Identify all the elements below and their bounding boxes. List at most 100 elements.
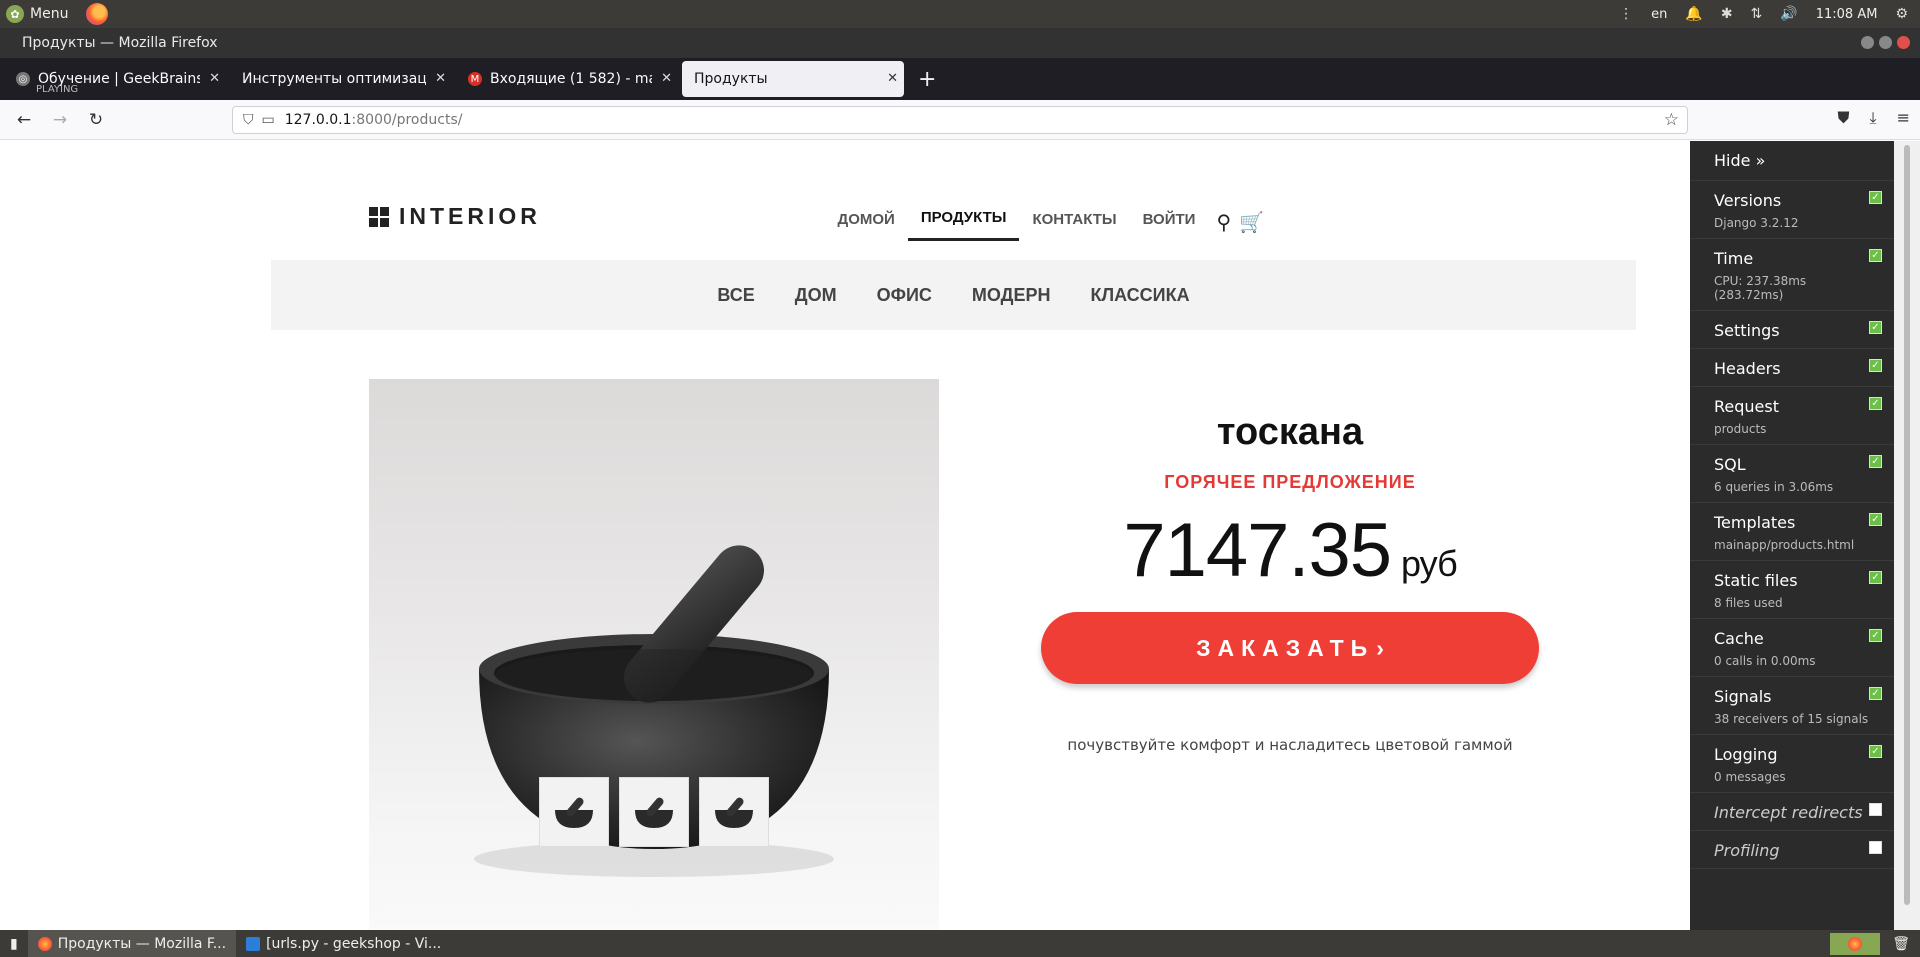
downloads-icon[interactable]: ⤓: [1870, 108, 1877, 128]
category-all[interactable]: ВСЕ: [717, 285, 754, 306]
trash-icon[interactable]: 🗑: [1892, 936, 1910, 952]
network-icon[interactable]: ⇅: [1751, 6, 1763, 22]
navigation-toolbar: ← → ↻ ⛉ ▭ 127.0.0.1 :8000/products/ ☆ ⛊ …: [0, 100, 1920, 140]
drag-handle-icon: ⋮: [1619, 6, 1634, 22]
product-thumbnail[interactable]: [539, 777, 609, 847]
firefox-icon: [37, 936, 52, 951]
debug-panel-settings[interactable]: Settings ✓: [1690, 311, 1894, 349]
site-logo[interactable]: INTERIOR: [369, 203, 541, 230]
close-tab-icon[interactable]: ✕: [209, 71, 220, 86]
panel-checkbox[interactable]: [1869, 841, 1882, 854]
debug-panel-sql[interactable]: SQL 6 queries in 3.06ms ✓: [1690, 445, 1894, 503]
cart-icon[interactable]: 🛒: [1239, 210, 1264, 234]
product-thumbnail[interactable]: [699, 777, 769, 847]
product-price: 7147.35 руб: [1030, 507, 1550, 594]
taskbar-item-vscode[interactable]: [urls.py - geekshop - Vi...: [236, 930, 451, 957]
address-bar[interactable]: ⛉ ▭ 127.0.0.1 :8000/products/ ☆: [232, 106, 1688, 134]
search-icon[interactable]: ⚲: [1216, 210, 1231, 234]
debug-panel-static-files[interactable]: Static files 8 files used ✓: [1690, 561, 1894, 619]
debug-panel-cache[interactable]: Cache 0 calls in 0.00ms ✓: [1690, 619, 1894, 677]
taskbar-item-label: [urls.py - geekshop - Vi...: [266, 935, 442, 952]
tab-geekbrains[interactable]: ◎ Обучение | GeekBrains - PLAYING ✕: [4, 61, 226, 97]
logo-grid-icon: [369, 206, 389, 227]
os-top-panel: ✿ Menu ⋮ en 🔔 ✱ ⇅ 🔊 11:08 AM ⚙: [0, 0, 1920, 28]
nav-link-login[interactable]: ВОЙТИ: [1130, 205, 1209, 240]
category-office[interactable]: ОФИС: [877, 285, 932, 306]
panel-checkbox[interactable]: ✓: [1869, 359, 1882, 372]
debug-panel-time[interactable]: Time CPU: 237.38ms (283.72ms) ✓: [1690, 239, 1894, 311]
order-button[interactable]: ЗАКАЗАТЬ ›: [1041, 612, 1539, 684]
tab-products[interactable]: Продукты ✕: [682, 61, 904, 97]
nav-link-products[interactable]: ПРОДУКТЫ: [907, 203, 1020, 241]
panel-checkbox[interactable]: [1869, 803, 1882, 816]
tab-optimization[interactable]: Инструменты оптимизации ✕: [230, 61, 452, 97]
panel-name: Versions: [1714, 191, 1782, 210]
keyboard-layout[interactable]: en: [1651, 7, 1667, 22]
product-thumbnail[interactable]: [619, 777, 689, 847]
notifications-icon[interactable]: 🔔: [1685, 6, 1702, 22]
clock[interactable]: 11:08 AM: [1816, 7, 1878, 22]
page-info-icon[interactable]: ▭: [262, 112, 275, 128]
product-info: тоскана ГОРЯЧЕЕ ПРЕДЛОЖЕНИЕ 7147.35 руб З…: [1030, 411, 1550, 754]
product-image: [369, 379, 939, 930]
debug-panel-headers[interactable]: Headers ✓: [1690, 349, 1894, 387]
panel-subtitle: products: [1714, 422, 1767, 436]
category-home[interactable]: ДОМ: [795, 285, 837, 306]
close-tab-icon[interactable]: ✕: [661, 71, 672, 86]
volume-icon[interactable]: 🔊: [1780, 6, 1797, 22]
panel-checkbox[interactable]: ✓: [1869, 321, 1882, 334]
panel-checkbox[interactable]: ✓: [1869, 687, 1882, 700]
maximize-icon[interactable]: [1879, 36, 1892, 49]
panel-subtitle: 38 receivers of 15 signals: [1714, 712, 1869, 726]
page-content: INTERIOR ДОМОЙ ПРОДУКТЫ КОНТАКТЫ ВОЙТИ ⚲…: [0, 141, 1690, 930]
close-window-icon[interactable]: [1897, 36, 1910, 49]
panel-checkbox[interactable]: ✓: [1869, 191, 1882, 204]
bluetooth-icon[interactable]: ✱: [1721, 6, 1733, 22]
show-desktop-icon[interactable]: ▮: [0, 930, 28, 957]
tab-label: Продукты: [694, 71, 768, 87]
panel-checkbox[interactable]: ✓: [1869, 745, 1882, 758]
panel-checkbox[interactable]: ✓: [1869, 571, 1882, 584]
debug-panel-signals[interactable]: Signals 38 receivers of 15 signals ✓: [1690, 677, 1894, 735]
debug-panel-request[interactable]: Request products ✓: [1690, 387, 1894, 445]
panel-checkbox[interactable]: ✓: [1869, 513, 1882, 526]
panel-name: Static files: [1714, 571, 1798, 590]
debug-panel-profiling[interactable]: Profiling: [1690, 831, 1894, 869]
debug-panel-logging[interactable]: Logging 0 messages ✓: [1690, 735, 1894, 793]
tab-gmail[interactable]: M Входящие (1 582) - maxe ✕: [456, 61, 678, 97]
workspace-switcher[interactable]: [1830, 932, 1881, 955]
panel-checkbox[interactable]: ✓: [1869, 455, 1882, 468]
forward-arrow-icon[interactable]: →: [42, 110, 78, 130]
reload-icon[interactable]: ↻: [78, 110, 114, 130]
panel-subtitle: mainapp/products.html: [1714, 538, 1855, 552]
nav-link-contacts[interactable]: КОНТАКТЫ: [1019, 205, 1129, 240]
debug-panel-templates[interactable]: Templates mainapp/products.html ✓: [1690, 503, 1894, 561]
tracking-shield-icon[interactable]: ⛉: [243, 112, 254, 128]
power-icon[interactable]: ⚙: [1895, 6, 1908, 22]
close-tab-icon[interactable]: ✕: [887, 71, 898, 86]
back-arrow-icon[interactable]: ←: [6, 110, 42, 130]
os-menu-button[interactable]: ✿ Menu: [0, 3, 109, 25]
scrollbar-thumb[interactable]: [1904, 145, 1910, 905]
debug-toolbar-hide-button[interactable]: Hide »: [1690, 141, 1894, 181]
close-tab-icon[interactable]: ✕: [435, 71, 446, 86]
category-modern[interactable]: МОДЕРН: [972, 285, 1051, 306]
panel-checkbox[interactable]: ✓: [1869, 249, 1882, 262]
nav-link-home[interactable]: ДОМОЙ: [825, 205, 908, 240]
bookmark-star-icon[interactable]: ☆: [1664, 110, 1679, 130]
hamburger-menu-icon[interactable]: ≡: [1897, 108, 1910, 128]
category-classic[interactable]: КЛАССИКА: [1090, 285, 1189, 306]
panel-checkbox[interactable]: ✓: [1869, 629, 1882, 642]
debug-panel-versions[interactable]: Versions Django 3.2.12 ✓: [1690, 181, 1894, 239]
pocket-icon[interactable]: ⛊: [1838, 108, 1850, 128]
panel-checkbox[interactable]: ✓: [1869, 397, 1882, 410]
debug-panel-intercept-redirects[interactable]: Intercept redirects: [1690, 793, 1894, 831]
tab-label: Входящие (1 582) - maxe: [490, 71, 652, 87]
minimize-icon[interactable]: [1861, 36, 1874, 49]
firefox-icon: [1848, 936, 1863, 951]
panel-name: Templates: [1714, 513, 1796, 532]
taskbar-item-firefox[interactable]: Продукты — Mozilla F...: [27, 930, 237, 957]
firefox-launcher-icon[interactable]: [86, 3, 109, 25]
logo-text: INTERIOR: [399, 203, 541, 229]
new-tab-icon[interactable]: +: [918, 67, 936, 92]
